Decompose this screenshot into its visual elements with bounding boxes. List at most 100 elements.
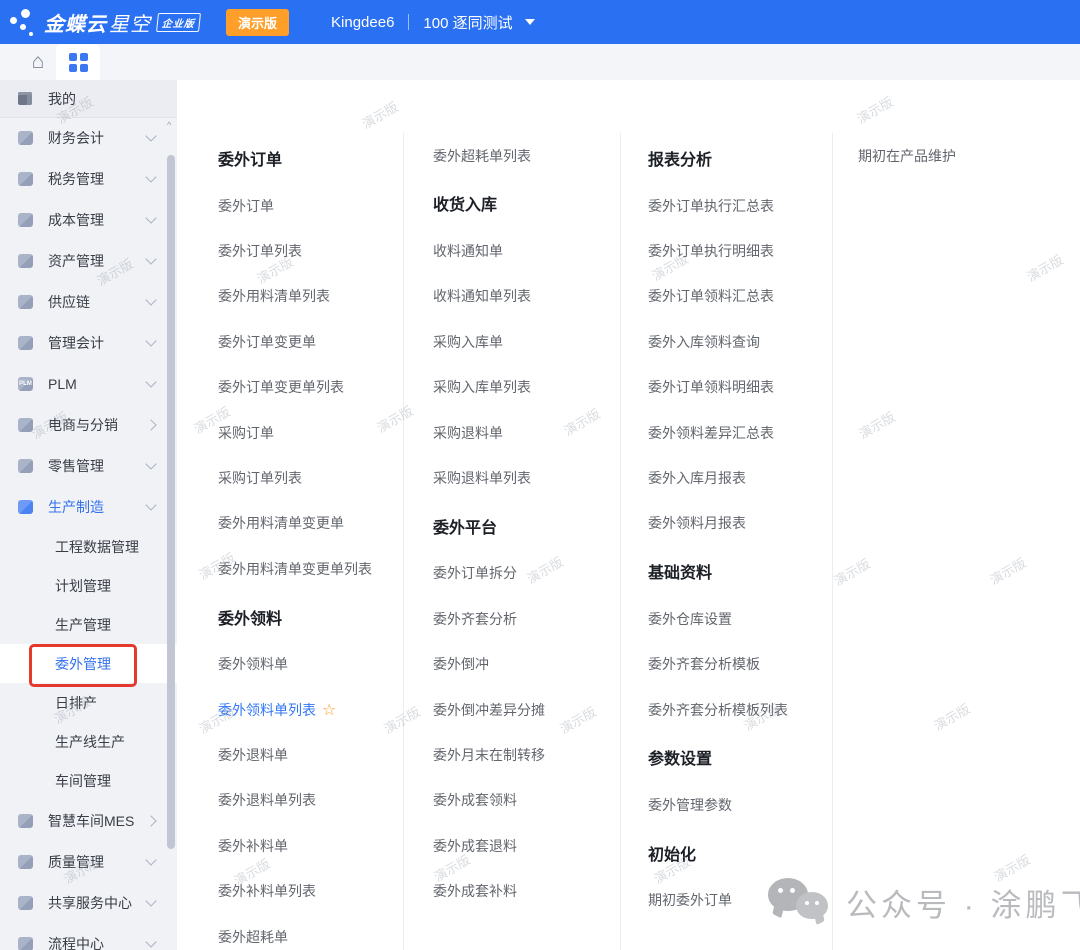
menu-item[interactable]: 委外成套领料 bbox=[433, 778, 623, 823]
menu-item[interactable]: 委外齐套分析模板 bbox=[648, 642, 838, 687]
sidebar-subitem-workshop-mgmt[interactable]: 车间管理 bbox=[0, 761, 177, 800]
menu-item[interactable]: 委外补料单列表 bbox=[218, 868, 408, 913]
menu-item[interactable]: 委外倒冲差异分摊 bbox=[433, 687, 623, 732]
sidebar-subitem-label: 日排产 bbox=[55, 693, 97, 713]
menu-item[interactable]: 采购入库单列表 bbox=[433, 365, 623, 410]
sidebar-item-finance[interactable]: 财务会计 bbox=[0, 117, 177, 158]
menu-item[interactable]: 委外订单变更单 bbox=[218, 319, 408, 364]
menu-item[interactable]: 委外退料单列表 bbox=[218, 778, 408, 823]
home-icon[interactable]: ⌂ bbox=[26, 50, 50, 74]
sidebar-scrollbar[interactable]: ^ bbox=[167, 117, 176, 950]
menu-item[interactable]: 委外订单执行明细表 bbox=[648, 228, 838, 273]
menu-item[interactable]: 委外入库月报表 bbox=[648, 455, 838, 500]
sidebar-item-management-accounting[interactable]: 管理会计 bbox=[0, 322, 177, 363]
menu-item[interactable]: 采购订单列表 bbox=[218, 455, 408, 500]
brand-text: 公众号 · 涂鹏飞 bbox=[846, 880, 1080, 925]
menu-item[interactable]: 委外月末在制转移 bbox=[433, 732, 623, 777]
menu-column-1: 委外订单委外订单委外订单列表委外用料清单列表委外订单变更单委外订单变更单列表采购… bbox=[218, 133, 408, 950]
sidebar-item-label: 管理会计 bbox=[48, 333, 104, 353]
menu-item-label: 委外超耗单列表 bbox=[433, 146, 531, 166]
menu-item[interactable]: 委外领料单列表☆ bbox=[218, 687, 408, 732]
tab-app-menu[interactable] bbox=[56, 44, 100, 80]
sidebar-subitem-label: 委外管理 bbox=[55, 654, 111, 674]
sidebar-item-smart-workshop-mes[interactable]: 智慧车间MES bbox=[0, 800, 177, 841]
menu-item[interactable]: 期初在产品维护 bbox=[858, 133, 1048, 178]
menu-item-label: 委外仓库设置 bbox=[648, 609, 732, 629]
menu-item[interactable]: 委外入库领料查询 bbox=[648, 319, 838, 364]
menu-item[interactable]: 委外成套退料 bbox=[433, 823, 623, 868]
menu-item[interactable]: 委外成套补料 bbox=[433, 868, 623, 913]
environment-name: 100 逐同测试 bbox=[423, 12, 512, 33]
sidebar-subitem-subcontract-mgmt[interactable]: 委外管理 bbox=[0, 644, 177, 683]
menu-item[interactable]: 委外领料差异汇总表 bbox=[648, 410, 838, 455]
menu-item-label: 委外入库领料查询 bbox=[648, 332, 760, 352]
menu-item[interactable]: 采购入库单 bbox=[433, 319, 623, 364]
menu-item-label: 委外补料单 bbox=[218, 836, 288, 856]
sidebar-item-plm[interactable]: PLMPLM bbox=[0, 363, 177, 404]
scrollbar-thumb[interactable] bbox=[167, 155, 175, 849]
sidebar-item-cost[interactable]: 成本管理 bbox=[0, 199, 177, 240]
mes-icon bbox=[18, 814, 33, 828]
sidebar-subitem-planning[interactable]: 计划管理 bbox=[0, 566, 177, 605]
menu-item[interactable]: 采购退料单 bbox=[433, 410, 623, 455]
menu-group-header-label: 报表分析 bbox=[648, 146, 712, 170]
sidebar-item-my[interactable]: 我的 bbox=[0, 80, 177, 118]
menu-item[interactable]: 委外用料清单列表 bbox=[218, 274, 408, 319]
menu-item-label: 采购退料单列表 bbox=[433, 468, 531, 488]
menu-item[interactable]: 采购退料单列表 bbox=[433, 455, 623, 500]
kingdee-logo-icon bbox=[8, 7, 38, 37]
sidebar-item-ecommerce-distribution[interactable]: 电商与分销 bbox=[0, 404, 177, 445]
menu-item[interactable]: 委外用料清单变更单列表 bbox=[218, 546, 408, 591]
sidebar-item-tax[interactable]: 税务管理 bbox=[0, 158, 177, 199]
retail-icon bbox=[18, 459, 33, 473]
menu-group-header-label: 收货入库 bbox=[433, 191, 497, 215]
sidebar-item-retail[interactable]: 零售管理 bbox=[0, 445, 177, 486]
menu-item[interactable]: 委外订单拆分 bbox=[433, 551, 623, 596]
menu-item[interactable]: 委外补料单 bbox=[218, 823, 408, 868]
menu-group-header: 委外订单 bbox=[218, 133, 408, 183]
menu-item[interactable]: 委外订单领料汇总表 bbox=[648, 274, 838, 319]
menu-item[interactable]: 委外超耗单 bbox=[218, 914, 408, 950]
sidebar-item-production[interactable]: 生产制造 bbox=[0, 486, 177, 527]
chevron-right-icon bbox=[145, 815, 156, 826]
logo-main-text: 金蝶云 bbox=[44, 8, 107, 37]
menu-item[interactable]: 收料通知单列表 bbox=[433, 274, 623, 319]
menu-item[interactable]: 委外倒冲 bbox=[433, 642, 623, 687]
menu-item[interactable]: 委外领料月报表 bbox=[648, 501, 838, 546]
sidebar-subitem-daily-scheduling[interactable]: 日排产 bbox=[0, 683, 177, 722]
menu-item-label: 委外订单执行明细表 bbox=[648, 241, 774, 261]
sidebar-item-quality[interactable]: 质量管理 bbox=[0, 841, 177, 882]
sidebar-item-process-center[interactable]: 流程中心 bbox=[0, 923, 177, 950]
menu-item[interactable]: 收料通知单 bbox=[433, 228, 623, 273]
menu-item-label: 采购退料单 bbox=[433, 423, 503, 443]
menu-item[interactable]: 委外订单执行汇总表 bbox=[648, 183, 838, 228]
sidebar-subitem-production-line[interactable]: 生产线生产 bbox=[0, 722, 177, 761]
menu-item[interactable]: 委外订单列表 bbox=[218, 228, 408, 273]
menu-item[interactable]: 委外订单 bbox=[218, 183, 408, 228]
account-switcher[interactable]: Kingdee6 100 逐同测试 bbox=[331, 12, 535, 33]
menu-item-label: 委外用料清单变更单列表 bbox=[218, 559, 372, 579]
menu-item-label: 委外管理参数 bbox=[648, 795, 732, 815]
chevron-down-icon bbox=[145, 253, 156, 264]
menu-item[interactable]: 委外订单变更单列表 bbox=[218, 365, 408, 410]
sidebar-item-asset[interactable]: 资产管理 bbox=[0, 240, 177, 281]
menu-item-label: 委外齐套分析模板列表 bbox=[648, 700, 788, 720]
menu-item[interactable]: 委外管理参数 bbox=[648, 782, 838, 827]
favorite-star-icon[interactable]: ☆ bbox=[322, 700, 336, 720]
sidebar-item-supply-chain[interactable]: 供应链 bbox=[0, 281, 177, 322]
menu-column-4: 期初在产品维护 bbox=[858, 133, 1048, 178]
menu-item[interactable]: 委外仓库设置 bbox=[648, 596, 838, 641]
menu-item[interactable]: 委外订单领料明细表 bbox=[648, 365, 838, 410]
menu-item[interactable]: 委外退料单 bbox=[218, 732, 408, 777]
sidebar-item-shared-service-center[interactable]: 共享服务中心 bbox=[0, 882, 177, 923]
chevron-down-icon bbox=[145, 130, 156, 141]
scrollbar-up-arrow-icon[interactable]: ^ bbox=[167, 121, 175, 129]
menu-item[interactable]: 委外用料清单变更单 bbox=[218, 501, 408, 546]
menu-item[interactable]: 采购订单 bbox=[218, 410, 408, 455]
menu-item[interactable]: 委外齐套分析模板列表 bbox=[648, 687, 838, 732]
sidebar-subitem-production-mgmt[interactable]: 生产管理 bbox=[0, 605, 177, 644]
sidebar-subitem-engineering-data[interactable]: 工程数据管理 bbox=[0, 527, 177, 566]
menu-item[interactable]: 委外领料单 bbox=[218, 642, 408, 687]
menu-item[interactable]: 委外齐套分析 bbox=[433, 596, 623, 641]
menu-item[interactable]: 委外超耗单列表 bbox=[433, 133, 623, 178]
